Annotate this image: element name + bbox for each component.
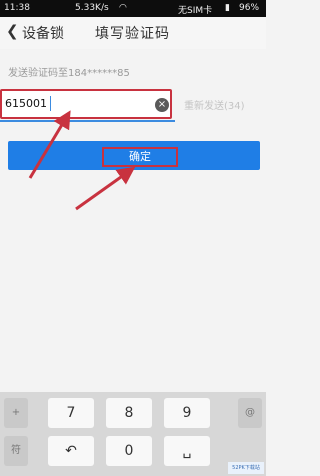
back-arrow-key[interactable]: ↶	[48, 436, 94, 466]
numeric-keyboard: + 7 8 9 @ 符 ↶ 0 ␣	[0, 392, 266, 476]
key-9[interactable]: 9	[164, 398, 210, 428]
at-key[interactable]: @	[238, 398, 262, 428]
key-0[interactable]: 0	[106, 436, 152, 466]
key-7[interactable]: 7	[48, 398, 94, 428]
clipboard-key[interactable]: 符	[4, 436, 28, 466]
space-key[interactable]: ␣	[164, 436, 210, 466]
symbol-key[interactable]: +	[4, 398, 28, 428]
arrow-to-input	[28, 110, 71, 179]
arrow-to-confirm	[75, 166, 136, 211]
key-8[interactable]: 8	[106, 398, 152, 428]
watermark-logo: 52PK下载站	[228, 462, 264, 474]
